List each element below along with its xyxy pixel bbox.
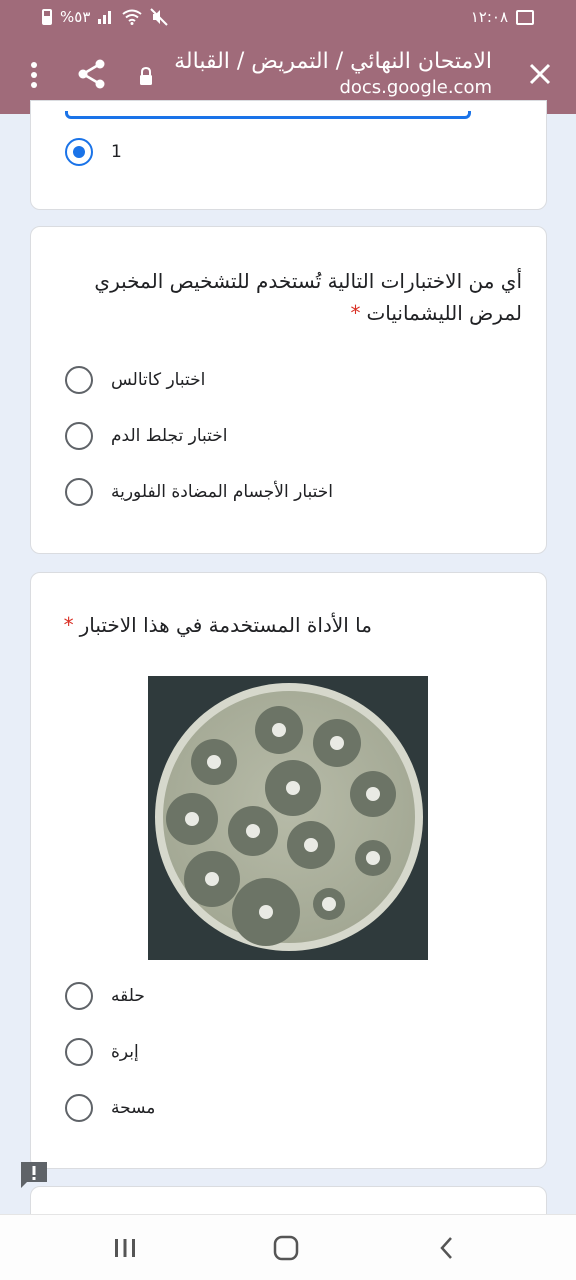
radio-button[interactable] (65, 982, 93, 1010)
signal-icon (98, 10, 114, 24)
petri-dish-illustration (155, 683, 423, 951)
status-bar: %٥٣ ١٢:٠٨ (0, 0, 576, 36)
required-asterisk: * (350, 301, 361, 325)
option-label: اختبار الأجسام المضادة الفلورية (111, 482, 333, 502)
mute-icon (150, 8, 169, 26)
home-icon[interactable] (271, 1233, 301, 1263)
back-icon[interactable] (432, 1233, 462, 1263)
option-label: حلقه (111, 986, 145, 1006)
radio-button[interactable] (65, 478, 93, 506)
question-text: ما الأداة المستخدمة في هذا الاختبار (79, 613, 372, 637)
question-text-line1: أي من الاختبارات التالية تُستخدم للتشخيص… (94, 269, 522, 293)
option-label: 1 (111, 142, 122, 162)
option-catalase[interactable]: اختبار كاتالس (65, 365, 205, 395)
close-icon[interactable] (524, 58, 556, 90)
petri-dish-image (148, 676, 428, 960)
option-coagulation[interactable]: اختبار تجلط الدم (65, 421, 228, 451)
option-label: اختبار تجلط الدم (111, 426, 228, 446)
system-nav-bar (0, 1214, 576, 1280)
page-url: docs.google.com (339, 77, 492, 98)
option-swab[interactable]: مسحة (65, 1093, 155, 1123)
option-label: اختبار كاتالس (111, 370, 206, 390)
recents-icon[interactable] (110, 1233, 140, 1263)
feedback-icon[interactable] (19, 1160, 49, 1190)
battery-percent: %٥٣ (60, 8, 91, 26)
lock-icon[interactable] (137, 66, 155, 86)
prev-option-1[interactable]: 1 (65, 137, 122, 167)
radio-button[interactable] (65, 1038, 93, 1066)
share-icon[interactable] (76, 58, 108, 90)
option-label: إبرة (111, 1042, 139, 1062)
status-right: ١٢:٠٨ (471, 8, 534, 26)
question-title: ما الأداة المستخدمة في هذا الاختبار* (64, 609, 372, 641)
option-loop[interactable]: حلقه (65, 981, 145, 1011)
prev-input-outline (65, 111, 471, 119)
calendar-icon (516, 9, 534, 25)
status-left: %٥٣ (42, 8, 169, 26)
radio-button[interactable] (65, 366, 93, 394)
page-title: الامتحان النهائي / التمريض / القبالة (174, 49, 492, 74)
question-card-leishmaniasis: أي من الاختبارات التالية تُستخدم للتشخيص… (30, 226, 547, 554)
radio-checked[interactable] (65, 138, 93, 166)
prev-question-card: 1 (30, 100, 547, 210)
more-vert-icon[interactable] (24, 60, 44, 90)
wifi-icon (122, 9, 143, 25)
question-title: أي من الاختبارات التالية تُستخدم للتشخيص… (52, 265, 522, 329)
battery-icon (42, 9, 52, 25)
radio-button[interactable] (65, 1094, 93, 1122)
option-needle[interactable]: إبرة (65, 1037, 139, 1067)
option-fluorescent-antibody[interactable]: اختبار الأجسام المضادة الفلورية (65, 477, 333, 507)
required-asterisk: * (63, 613, 74, 637)
title-block[interactable]: الامتحان النهائي / التمريض / القبالة doc… (162, 48, 492, 100)
status-time: ١٢:٠٨ (470, 8, 508, 26)
option-label: مسحة (111, 1098, 156, 1118)
question-text-line2: لمرض الليشمانيات (366, 301, 522, 325)
radio-button[interactable] (65, 422, 93, 450)
